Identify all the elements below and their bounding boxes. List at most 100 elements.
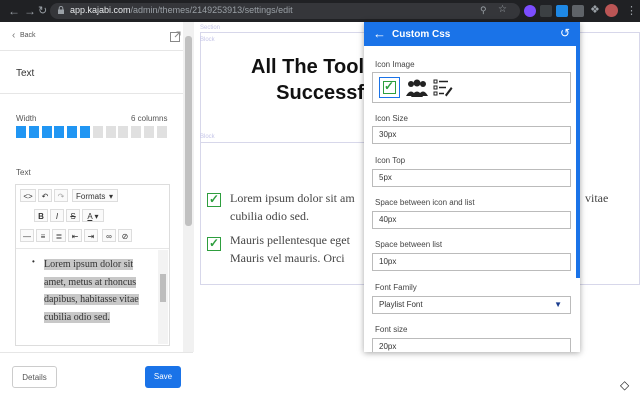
list-item-2-line-2: Mauris vel mauris. Orci (230, 251, 345, 265)
space-list-label: Space between list (375, 240, 443, 249)
width-column-segment[interactable] (67, 126, 78, 138)
editor-content[interactable]: Lorem ipsum dolor sit amet, metus at rho… (44, 256, 156, 326)
strikethrough-icon[interactable]: S (66, 209, 80, 222)
avatar[interactable] (605, 4, 618, 17)
address-text: app.kajabi.com/admin/themes/2149253913/s… (70, 5, 293, 15)
heading-line-2: Successf (276, 82, 364, 104)
users-icon[interactable] (406, 78, 428, 98)
icon-image-label: Icon Image (375, 60, 415, 69)
check-icon-option[interactable]: ✓ (379, 77, 400, 98)
editor-scrollbar-thumb[interactable] (160, 274, 166, 302)
address-bar[interactable]: app.kajabi.com/admin/themes/2149253913/s… (50, 3, 520, 19)
custom-css-popup: ← Custom Css ↺ Icon Image ✓ Icon Size 30… (364, 22, 580, 352)
width-column-segment[interactable] (131, 126, 142, 138)
list-item-2-line-1: Mauris pellentesque eget (230, 233, 350, 247)
extension-check-icon[interactable] (540, 5, 552, 17)
width-value: 6 columns (131, 114, 168, 123)
width-column-segment[interactable] (54, 126, 65, 138)
width-column-segment[interactable] (144, 126, 154, 138)
checkbox-icon: ✓ (207, 192, 221, 207)
popup-title: Custom Css (392, 29, 451, 40)
font-family-value: Playlist Font (379, 300, 423, 309)
formats-dropdown[interactable]: Formats ▾ (72, 189, 118, 202)
icon-size-input[interactable]: 30px (372, 126, 571, 144)
icon-top-label: Icon Top (375, 156, 406, 165)
back-arrow-icon[interactable]: ← (373, 26, 386, 41)
block-divider (200, 142, 364, 143)
unlink-icon[interactable]: ⊘ (118, 229, 132, 242)
popup-header: ← Custom Css ↺ (364, 22, 580, 46)
block-tag-2: Block (200, 134, 215, 140)
numbered-list-icon[interactable]: ≣ (52, 229, 66, 242)
indent-icon[interactable]: ⇥ (84, 229, 98, 242)
list-item-1: Lorem ipsum dolor sit am cubilia odio se… (230, 189, 364, 225)
url-path: /admin/themes/2149253913/settings/edit (130, 5, 293, 15)
external-link-icon[interactable] (170, 31, 181, 42)
width-column-segment[interactable] (156, 126, 167, 138)
extension-ai-icon[interactable] (572, 5, 584, 17)
url-host: app.kajabi.com (70, 5, 131, 15)
width-column-segment[interactable] (80, 126, 90, 138)
reload-icon[interactable]: ↻ (38, 4, 47, 18)
checkbox-icon: ✓ (207, 236, 221, 251)
formats-label: Formats (76, 192, 106, 201)
zoom-icon[interactable]: ⚲ (480, 5, 487, 16)
divider (0, 352, 193, 353)
checkbox-icon: ✓ (383, 79, 396, 94)
bullet-list-icon[interactable]: ≡ (36, 229, 50, 242)
width-column-segment[interactable] (16, 126, 26, 138)
extension-bird-icon[interactable] (556, 5, 568, 17)
width-column-segment[interactable] (105, 126, 116, 138)
width-column-segment[interactable] (28, 126, 39, 138)
list-item-1-line-1: Lorem ipsum dolor sit am (230, 191, 355, 205)
forward-arrow-icon[interactable]: → (24, 4, 36, 18)
horizontal-line-icon[interactable]: — (20, 229, 34, 242)
divider (0, 93, 183, 94)
lock-icon (58, 6, 64, 14)
redo-icon[interactable]: ↷ (54, 189, 68, 202)
bullet-icon: • (32, 257, 35, 266)
back-arrow-icon[interactable]: ← (8, 4, 20, 18)
divider (16, 248, 169, 249)
heading-line-1: All The Tool (251, 56, 364, 78)
undo-icon[interactable]: ↶ (38, 189, 52, 202)
source-code-icon[interactable]: <> (20, 189, 36, 202)
outdent-icon[interactable]: ⇤ (68, 229, 82, 242)
bookmark-star-icon[interactable]: ☆ (498, 4, 507, 15)
font-size-input[interactable]: 20px (372, 338, 571, 352)
more-menu-icon[interactable]: ⋮ (626, 4, 637, 17)
bold-icon[interactable]: B (34, 209, 48, 222)
panel-scrollbar-thumb[interactable] (185, 36, 192, 226)
width-column-segment[interactable] (118, 126, 129, 138)
icon-top-input[interactable]: 5px (372, 169, 571, 187)
italic-icon[interactable]: I (50, 209, 64, 222)
icon-picker[interactable]: ✓ (372, 72, 571, 103)
checklist-icon[interactable] (433, 78, 453, 98)
text-label: Text (16, 168, 31, 177)
link-icon[interactable]: ∞ (102, 229, 116, 242)
reset-icon[interactable]: ↺ (560, 26, 570, 40)
space-list-input[interactable]: 10px (372, 253, 571, 271)
extension-gear-icon[interactable] (524, 5, 536, 17)
space-icon-list-input[interactable]: 40px (372, 211, 571, 229)
details-button[interactable]: Details (12, 366, 57, 388)
block-tag: Block (200, 37, 215, 43)
back-link[interactable]: Back (20, 32, 36, 39)
font-family-select[interactable]: Playlist Font ▼ (372, 296, 571, 314)
popup-scrollbar[interactable] (576, 46, 580, 278)
text-color-button[interactable]: A ▾ (82, 209, 104, 222)
width-column-segment[interactable] (92, 126, 103, 138)
panel-scrollbar[interactable] (183, 22, 194, 352)
chevron-left-icon[interactable]: ‹ (12, 30, 15, 41)
icon-size-label: Icon Size (375, 114, 408, 123)
list-item-1-line-2: cubilia odio sed. (230, 209, 309, 223)
list-item-2: Mauris pellentesque eget Mauris vel maur… (230, 231, 364, 267)
width-column-segment[interactable] (41, 126, 52, 138)
preview-heading: All The Tool Successf (200, 54, 364, 106)
browser-toolbar: ← → ↻ app.kajabi.com/admin/themes/214925… (0, 0, 640, 22)
space-icon-list-label: Space between icon and list (375, 198, 475, 207)
resize-handle-icon[interactable]: ◇ (620, 378, 634, 392)
editor-content-text: Lorem ipsum dolor sit amet, metus at rho… (44, 259, 139, 323)
save-button[interactable]: Save (145, 366, 181, 388)
extensions-puzzle-icon[interactable]: ❖ (590, 3, 600, 16)
